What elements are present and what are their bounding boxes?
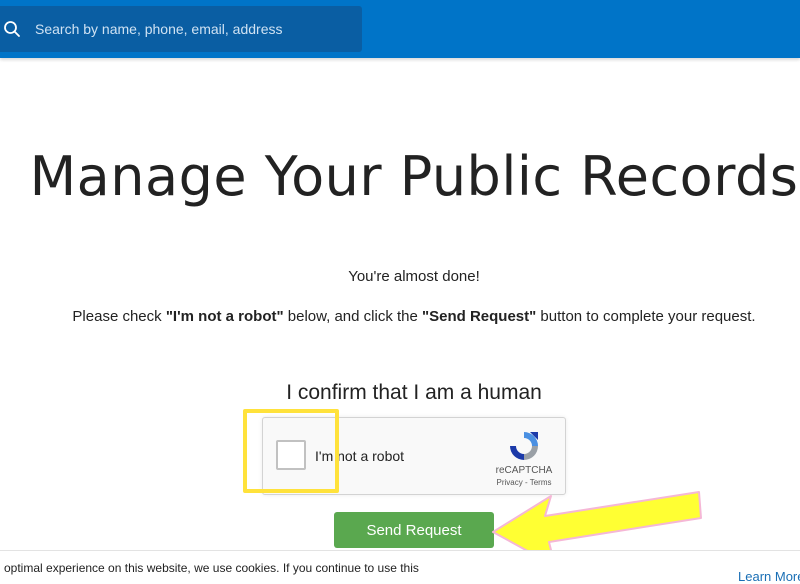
search-bar[interactable] (0, 6, 362, 52)
instructions-text: Please check "I'm not a robot" below, an… (0, 308, 800, 325)
instructions-bold-robot: "I'm not a robot" (165, 308, 284, 325)
recaptcha-brand: reCAPTCHA (495, 465, 553, 476)
instructions-bold-send: "Send Request" (422, 308, 537, 325)
cookie-banner-text: optimal experience on this website, we u… (4, 561, 419, 575)
page-title: Manage Your Public Records (29, 145, 799, 208)
search-input[interactable] (33, 20, 337, 38)
recaptcha-logo-icon (507, 429, 541, 463)
recaptcha-privacy-terms[interactable]: Privacy - Terms (489, 478, 559, 487)
instructions-part1: Please check (72, 308, 166, 325)
learn-more-link[interactable]: Learn More (738, 569, 800, 584)
search-icon (3, 20, 21, 38)
confirm-heading: I confirm that I am a human (286, 381, 542, 404)
send-request-button[interactable]: Send Request (334, 512, 494, 548)
instructions-part2: below, and click the (283, 308, 423, 325)
instructions-part3: button to complete your request. (536, 308, 756, 325)
cookie-banner: optimal experience on this website, we u… (0, 550, 800, 584)
top-header-bar (0, 0, 800, 58)
almost-done-text: You're almost done! (348, 268, 480, 285)
checkbox-highlight-box (243, 409, 339, 493)
